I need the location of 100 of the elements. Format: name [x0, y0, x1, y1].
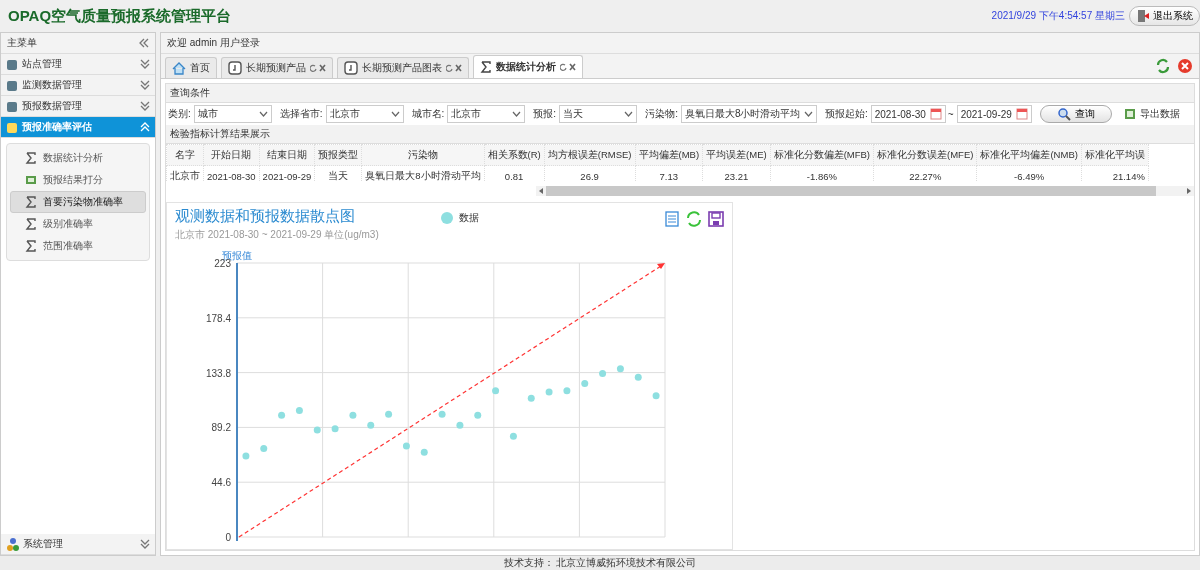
scatter-point — [260, 445, 268, 453]
column-header: 开始日期 — [203, 144, 260, 166]
page-icon — [344, 61, 358, 75]
search-button[interactable]: 查询 — [1039, 105, 1112, 124]
sigma-icon — [25, 240, 37, 252]
scatter-point — [420, 448, 428, 456]
caret-icon — [803, 111, 813, 118]
sidebar-section[interactable]: 预报数据管理 — [1, 96, 155, 117]
refresh-close-icon[interactable] — [310, 64, 326, 72]
scatter-point — [474, 411, 482, 419]
home-icon — [172, 61, 186, 75]
scatter-point — [242, 452, 250, 460]
date-field[interactable]: 2021-08-30 — [870, 105, 946, 124]
scatter-point — [313, 426, 321, 434]
scatter-point — [492, 387, 500, 395]
chevron-icon — [140, 59, 150, 69]
y-axis-label: 预报值 — [222, 250, 252, 261]
field-label: 类别: — [168, 107, 191, 122]
scatter-point — [385, 410, 393, 418]
field-label: 预报起始: — [824, 107, 868, 122]
submenu-item[interactable]: 首要污染物准确率 — [10, 191, 146, 213]
refresh-close-icon[interactable] — [446, 64, 462, 72]
scatter-point — [599, 370, 607, 378]
caret-icon — [258, 111, 268, 118]
chevron-icon — [140, 80, 150, 90]
column-header: 平均偏差(MB) — [635, 144, 703, 166]
caret-icon — [512, 111, 522, 118]
scatter-point — [456, 421, 464, 429]
column-header: 标准化平均误 — [1081, 144, 1149, 166]
chevron-icon — [140, 539, 150, 549]
refresh-icon[interactable] — [1155, 58, 1171, 74]
search-icon — [1056, 107, 1071, 122]
column-header: 预报类型 — [314, 144, 362, 166]
scatter-point — [278, 411, 286, 419]
scatter-point — [616, 365, 624, 373]
dropdown[interactable]: 北京市 — [325, 105, 404, 124]
field-label: 城市名: — [411, 107, 445, 122]
column-header: 均方根误差(RMSE) — [544, 144, 635, 166]
tab[interactable]: 长期预测产品图表 — [337, 57, 469, 78]
scatter-point — [438, 410, 446, 418]
sidebar-section[interactable]: 站点管理 — [1, 54, 155, 75]
dropdown[interactable]: 臭氧日最大8小时滑动平均 — [680, 105, 817, 124]
column-header: 平均误差(ME) — [702, 144, 771, 166]
welcome-text: 欢迎 admin 用户登录 — [161, 33, 1199, 54]
dropdown[interactable]: 北京市 — [447, 105, 526, 124]
date-field[interactable]: 2021-09-29 — [956, 105, 1032, 124]
scatter-point — [527, 394, 535, 402]
door-icon — [1136, 9, 1150, 23]
tab[interactable]: 数据统计分析 — [473, 55, 583, 78]
export-link[interactable]: 导出数据 — [1123, 107, 1180, 122]
sigma-icon — [25, 218, 37, 230]
tab[interactable]: 首页 — [165, 57, 217, 78]
close-icon[interactable] — [1177, 58, 1193, 74]
sidebar-title: 主菜单 — [7, 36, 37, 50]
submenu-item[interactable]: 范围准确率 — [10, 235, 146, 257]
submenu-item[interactable]: 数据统计分析 — [10, 147, 146, 169]
scatter-point — [509, 432, 517, 440]
save-icon[interactable] — [708, 211, 724, 227]
y-tick-label: 0 — [225, 532, 231, 543]
footer-text: 技术支持： 北京立博威拓环境技术有限公司 — [503, 556, 697, 570]
scatter-point — [652, 392, 660, 400]
submenu-item[interactable]: 预报结果打分 — [10, 169, 146, 191]
dropdown[interactable]: 城市 — [193, 105, 272, 124]
submenu-item[interactable]: 级别准确率 — [10, 213, 146, 235]
sigma-icon — [25, 152, 37, 164]
sidebar-section[interactable]: 系统管理 — [1, 534, 155, 555]
calendar-icon — [1015, 108, 1028, 121]
scatter-point — [367, 421, 375, 429]
legend-label: 数据 — [459, 211, 479, 225]
collapse-icon[interactable] — [139, 38, 149, 48]
scatter-point — [295, 406, 303, 414]
scatter-point — [634, 373, 642, 381]
section-header: 检验指标计算结果展示 — [166, 125, 1194, 145]
scatter-point — [331, 425, 339, 433]
dropdown[interactable]: 当天 — [559, 105, 638, 124]
column-header: 相关系数(R) — [484, 144, 545, 166]
spreadsheet-icon — [1123, 108, 1136, 121]
tab[interactable]: 长期预测产品 — [221, 57, 333, 78]
field-label: 预报: — [533, 107, 557, 122]
chart-title: 观测数据和预报数据散点图 — [175, 207, 356, 226]
y-tick-label: 178.4 — [205, 312, 231, 324]
column-header: 结束日期 — [259, 144, 315, 166]
range-separator: ~ — [947, 108, 954, 120]
field-label: 选择省市: — [279, 107, 323, 122]
calendar-icon — [929, 108, 942, 121]
refresh-close-icon[interactable] — [560, 63, 576, 71]
chevron-icon — [140, 101, 150, 111]
scatter-point — [349, 411, 357, 419]
sidebar-section[interactable]: 监测数据管理 — [1, 75, 155, 96]
scatter-point — [545, 388, 553, 396]
column-header: 污染物 — [361, 144, 484, 166]
scatter-point — [402, 442, 410, 450]
chevron-icon — [140, 122, 150, 132]
horizontal-scrollbar[interactable] — [536, 185, 1194, 196]
y-tick-label: 223 — [214, 258, 231, 269]
column-header: 标准化分数误差(MFE) — [873, 144, 977, 166]
spreadsheet-icon — [25, 174, 37, 186]
sigma-icon — [480, 61, 492, 73]
logout-button[interactable]: 退出系统 — [1129, 6, 1200, 26]
field-label: 污染物: — [645, 107, 678, 122]
